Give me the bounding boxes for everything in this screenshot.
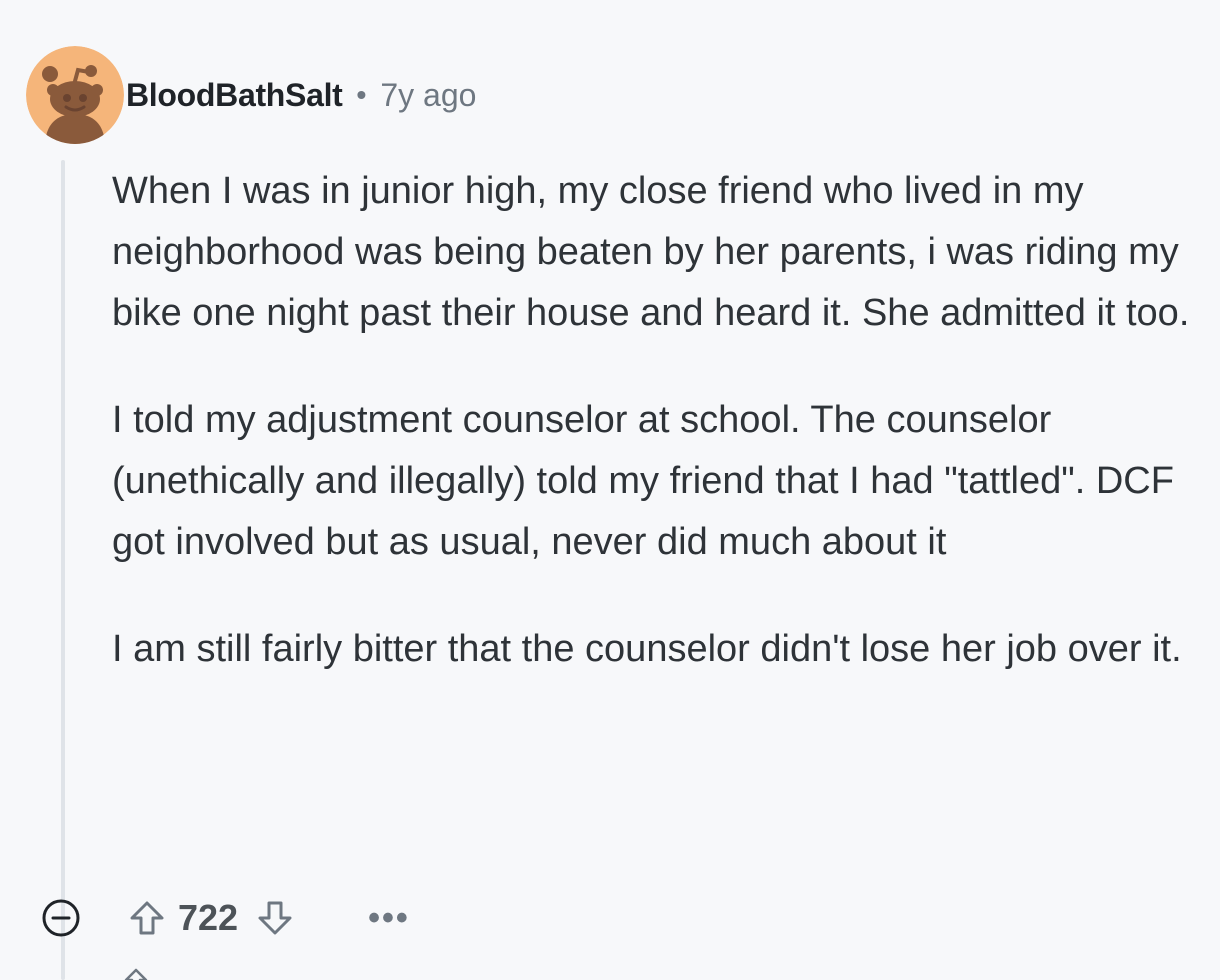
cropped-icon — [123, 968, 149, 980]
timestamp[interactable]: 7y ago — [380, 77, 476, 114]
comment-paragraph: When I was in junior high, my close frie… — [112, 170, 1190, 334]
vote-count: 722 — [178, 897, 239, 938]
comment-paragraph: I told my adjustment counselor at school… — [112, 399, 1174, 563]
thread-line[interactable] — [61, 160, 65, 980]
comment-body: When I was in junior high, my close frie… — [112, 161, 1202, 680]
reddit-snoo-avatar-icon — [26, 46, 124, 144]
upvote-arrow-icon — [130, 901, 164, 935]
collapse-button[interactable] — [38, 895, 84, 941]
downvote-arrow-icon — [258, 901, 292, 935]
comment-paragraph: I am still fairly bitter that the counse… — [112, 628, 1182, 670]
comment-header: BloodBathSalt • 7y ago — [26, 46, 476, 144]
avatar[interactable] — [26, 46, 124, 144]
downvote-button[interactable] — [252, 895, 298, 941]
comment-actions: 722 ••• — [38, 895, 410, 941]
meta-separator: • — [356, 79, 367, 110]
more-options-button[interactable]: ••• — [368, 901, 410, 935]
collapse-minus-icon — [42, 899, 80, 937]
upvote-button[interactable] — [124, 895, 170, 941]
username[interactable]: BloodBathSalt — [126, 77, 343, 114]
